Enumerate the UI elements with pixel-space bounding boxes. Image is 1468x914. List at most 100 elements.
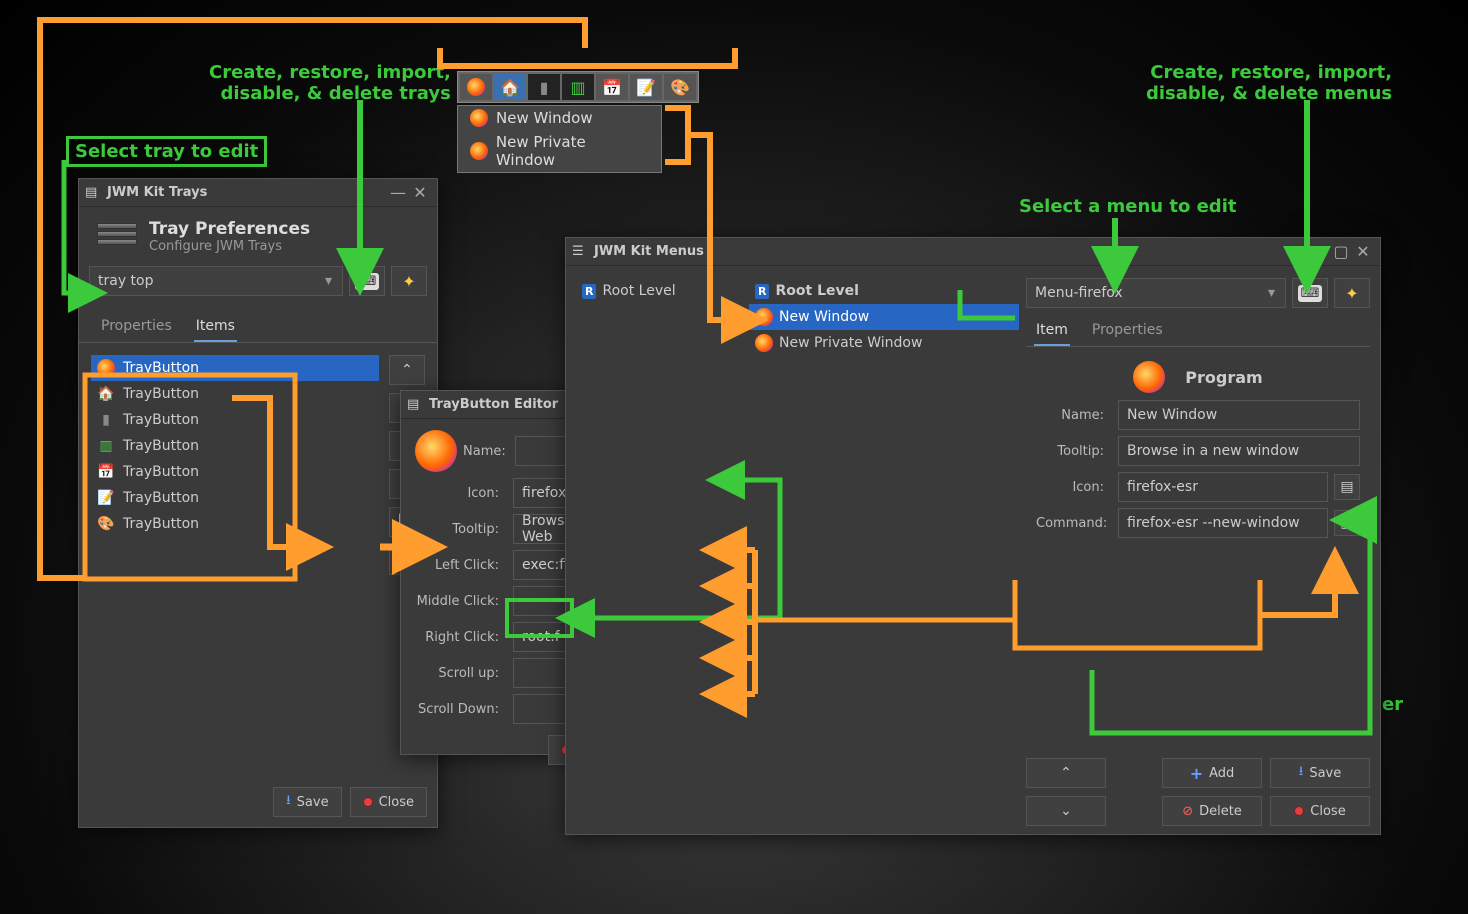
- menu-name-label: Name:: [1036, 408, 1112, 423]
- tray-selector[interactable]: tray top: [89, 266, 343, 296]
- editor-firefox-icon: [415, 430, 457, 472]
- menu-close-button[interactable]: Close: [1270, 796, 1370, 826]
- firefox-icon: [755, 308, 773, 326]
- menus-icon: ☰: [572, 244, 588, 260]
- menu-delete-button[interactable]: ⊘Delete: [1162, 796, 1262, 826]
- tab-items[interactable]: Items: [194, 312, 237, 342]
- tray-item-notepad[interactable]: 📝TrayButton: [91, 485, 379, 511]
- trays-items-pane: TrayButton 🏠TrayButton ▮TrayButton ▥Tray…: [79, 343, 437, 587]
- tray-keyboard-button[interactable]: ⌨: [349, 266, 385, 296]
- tray-item-terminal[interactable]: ▮TrayButton: [91, 407, 379, 433]
- menu-tooltip-input[interactable]: Browse in a new window: [1118, 436, 1360, 466]
- save-icon: ⭳: [286, 791, 291, 813]
- trays-save-button[interactable]: ⭳Save: [273, 787, 341, 817]
- trays-header-title: Tray Preferences: [149, 219, 310, 239]
- chevron-up-icon: ⌃: [401, 362, 413, 378]
- tab-properties-menus[interactable]: Properties: [1090, 316, 1165, 346]
- page-icon: ▤: [1340, 479, 1353, 495]
- menu-name-input[interactable]: New Window: [1118, 400, 1360, 430]
- no-icon: ⊘: [1182, 804, 1193, 819]
- tray-item-calendar[interactable]: 📅TrayButton: [91, 459, 379, 485]
- tree-root-label: Root Level: [602, 283, 675, 299]
- tray-item-firefox[interactable]: TrayButton: [91, 355, 379, 381]
- annotation-select-tray: Select tray to edit: [66, 136, 267, 167]
- menu-icon-input[interactable]: firefox-esr: [1118, 472, 1328, 502]
- menu-item-new-window[interactable]: New Window: [749, 304, 1019, 330]
- scrolldown-label: Scroll Down:: [415, 702, 507, 717]
- editor-title: TrayButton Editor: [429, 397, 558, 412]
- taskbar-cell-firefox: [460, 74, 492, 100]
- trays-titlebar: ▤ JWM Kit Trays — ✕: [79, 179, 437, 207]
- trays-window: ▤ JWM Kit Trays — ✕ Tray Preferences Con…: [78, 178, 438, 828]
- center-root-header: R Root Level: [749, 278, 1019, 304]
- tray-item-graph[interactable]: ▥TrayButton: [91, 433, 379, 459]
- star-icon: ✦: [402, 272, 415, 291]
- tray-manage-button[interactable]: ✦: [391, 266, 427, 296]
- terminal-icon: ▮: [97, 411, 115, 429]
- close-title-button[interactable]: ✕: [409, 184, 431, 202]
- page-icon: ▤: [1340, 515, 1353, 531]
- tray-visual-icon: [97, 223, 137, 251]
- trays-icon: ▤: [85, 185, 101, 201]
- menu-add-button[interactable]: +Add: [1162, 758, 1262, 788]
- taskbar-cell-paint: 🎨: [664, 74, 696, 100]
- stop-icon: [363, 797, 373, 807]
- firefox-context-menu: New Window New Private Window: [457, 105, 662, 173]
- menu-manage-button[interactable]: ✦: [1334, 278, 1370, 308]
- menu-item-private-window[interactable]: New Private Window: [749, 330, 1019, 356]
- stop-icon: [1294, 806, 1304, 816]
- context-item-new-window[interactable]: New Window: [458, 106, 661, 130]
- chevron-up-icon: ⌃: [1060, 765, 1072, 781]
- menus-title: JWM Kit Menus: [594, 244, 704, 259]
- menu-command-label: Command:: [1036, 516, 1112, 531]
- menu-icon-label: Icon:: [1036, 480, 1112, 495]
- menu-keyboard-button[interactable]: ⌨: [1292, 278, 1328, 308]
- menu-move-down-button[interactable]: ⌄: [1026, 796, 1106, 826]
- home-icon: 🏠: [97, 385, 115, 403]
- firefox-icon: [755, 334, 773, 352]
- context-item-private-window[interactable]: New Private Window: [458, 130, 661, 172]
- tray-item-home[interactable]: 🏠TrayButton: [91, 381, 379, 407]
- tray-items-list: TrayButton 🏠TrayButton ▮TrayButton ▥Tray…: [91, 355, 379, 575]
- root-icon: R: [582, 284, 596, 299]
- tab-item[interactable]: Item: [1034, 316, 1070, 346]
- icon-label: Icon:: [415, 486, 507, 501]
- menu-move-up-button[interactable]: ⌃: [1026, 758, 1106, 788]
- scrollup-label: Scroll up:: [415, 666, 507, 681]
- menus-close-title[interactable]: ✕: [1352, 243, 1374, 261]
- item-program-icon: [1133, 361, 1165, 393]
- notepad-icon: 📝: [97, 489, 115, 507]
- menus-minimize[interactable]: —: [1308, 243, 1330, 261]
- tab-properties[interactable]: Properties: [99, 312, 174, 342]
- menu-command-input[interactable]: firefox-esr --new-window: [1118, 508, 1328, 538]
- trays-header-sub: Configure JWM Trays: [149, 239, 310, 254]
- taskbar-cell-terminal: ▮: [528, 74, 560, 100]
- annotation-select-menu: Select a menu to edit: [1019, 196, 1236, 217]
- rightclick-label: Right Click:: [415, 630, 507, 645]
- tray-item-paint[interactable]: 🎨TrayButton: [91, 511, 379, 537]
- root-icon-2: R: [755, 284, 769, 299]
- leftclick-label: Left Click:: [415, 558, 507, 573]
- star-icon: ✦: [1345, 284, 1358, 303]
- trays-title: JWM Kit Trays: [107, 185, 207, 200]
- trays-close-button[interactable]: Close: [350, 787, 427, 817]
- menu-icon-browse-button[interactable]: ▤: [1334, 474, 1360, 500]
- graph-icon: ▥: [97, 437, 115, 455]
- taskbar-preview: 🏠 ▮ ▥ 📅 📝 🎨: [457, 71, 699, 103]
- menu-selector[interactable]: Menu-firefox: [1026, 278, 1286, 308]
- menu-command-browse-button[interactable]: ▤: [1334, 510, 1360, 536]
- annotation-tray-manage: Create, restore, import, disable, & dele…: [209, 62, 451, 104]
- plus-icon: +: [1190, 764, 1203, 783]
- menus-maximize[interactable]: ▢: [1330, 243, 1352, 261]
- menu-tooltip-label: Tooltip:: [1036, 444, 1112, 459]
- taskbar-cell-home: 🏠: [494, 74, 526, 100]
- minimize-button[interactable]: —: [387, 184, 409, 202]
- move-up-button[interactable]: ⌃: [389, 355, 425, 385]
- save-icon: ⭳: [1299, 762, 1304, 784]
- menus-window: ☰ JWM Kit Menus — ▢ ✕ R Root Level R Roo…: [565, 237, 1381, 835]
- tree-root[interactable]: R Root Level: [576, 278, 742, 304]
- menu-save-button[interactable]: ⭳Save: [1270, 758, 1370, 788]
- paint-icon: 🎨: [97, 515, 115, 533]
- item-type-label: Program: [1185, 368, 1262, 387]
- tooltip-label: Tooltip:: [415, 522, 507, 537]
